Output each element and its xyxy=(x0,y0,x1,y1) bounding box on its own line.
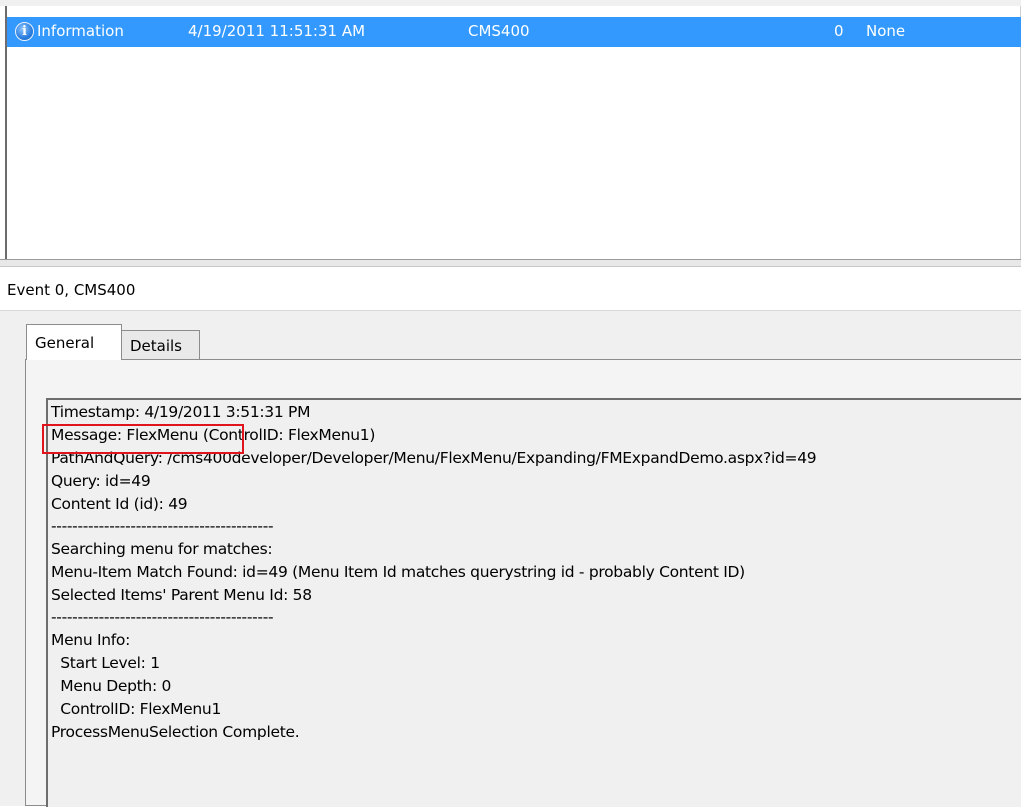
message-line: ControlID: FlexMenu1 xyxy=(51,700,222,718)
message-line: Searching menu for matches: xyxy=(51,540,273,558)
message-line: ProcessMenuSelection Complete. xyxy=(51,723,300,741)
event-task-category: None xyxy=(866,22,906,40)
detail-header: Event 0, CMS400 xyxy=(0,267,1021,311)
tab-details[interactable]: Details xyxy=(121,330,200,360)
event-source: CMS400 xyxy=(468,22,530,40)
pane-splitter[interactable] xyxy=(0,259,1021,267)
message-line: Start Level: 1 xyxy=(51,654,160,672)
tab-general-label: General xyxy=(35,334,95,352)
message-line: Selected Items' Parent Menu Id: 58 xyxy=(51,586,312,604)
detail-title: Event 0, CMS400 xyxy=(7,281,136,299)
message-highlight-box xyxy=(42,424,244,454)
information-icon: i xyxy=(15,22,34,41)
event-message-box[interactable]: Timestamp: 4/19/2011 3:51:31 PM Message:… xyxy=(46,398,1021,807)
event-list[interactable]: i Information 4/19/2011 11:51:31 AM CMS4… xyxy=(0,0,1021,259)
message-line: Content Id (id): 49 xyxy=(51,495,188,513)
message-line: Timestamp: 4/19/2011 3:51:31 PM xyxy=(51,403,311,421)
tab-details-label: Details xyxy=(130,337,183,355)
message-line: Menu Depth: 0 xyxy=(51,677,172,695)
detail-area: General Details Timestamp: 4/19/2011 3:5… xyxy=(0,311,1021,807)
event-row-selected[interactable]: i Information 4/19/2011 11:51:31 AM CMS4… xyxy=(7,17,1021,47)
event-date-time: 4/19/2011 11:51:31 AM xyxy=(188,22,366,40)
list-top-border xyxy=(0,0,1021,6)
tab-general[interactable]: General xyxy=(26,324,122,360)
message-line: Menu-Item Match Found: id=49 (Menu Item … xyxy=(51,563,745,581)
message-line: ----------------------------------------… xyxy=(51,517,274,535)
message-line: Query: id=49 xyxy=(51,472,151,490)
message-line: ----------------------------------------… xyxy=(51,608,274,626)
event-level: Information xyxy=(37,22,124,40)
event-id: 0 xyxy=(834,22,844,40)
message-line: Menu Info: xyxy=(51,631,131,649)
